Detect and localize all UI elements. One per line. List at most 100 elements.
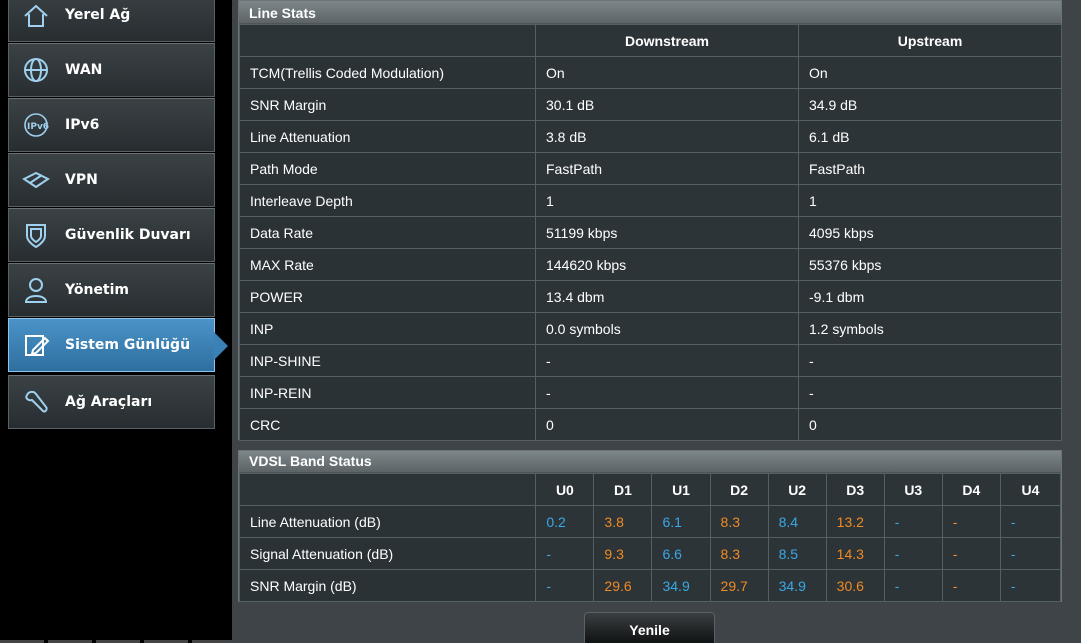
cell-label: Line Attenuation	[239, 120, 536, 153]
sidebar-item-yerel-ag[interactable]: Yerel Ağ	[8, 0, 215, 42]
header-band-u0: U0	[535, 473, 595, 506]
vdsl-band-table: U0 D1 U1 D2 U2 D3 U3 D4 U4 Line Attenuation (dB)…	[238, 473, 1062, 602]
header-band-u1: U1	[651, 473, 711, 506]
header-band-u3: U3	[883, 473, 943, 506]
cell-label: SNR Margin	[239, 88, 536, 121]
sidebar-item-label: IPv6	[65, 117, 100, 133]
table-row: Line Attenuation (dB) 0.2 3.8 6.1 8.3 8.4 13.2…	[238, 505, 1062, 538]
cell-label: Signal Attenuation (dB)	[238, 537, 537, 570]
cell-label: MAX Rate	[239, 248, 536, 281]
cell-down: 0.0 symbols	[535, 312, 799, 345]
table-row: Line Attenuation 3.8 dB 6.1 dB	[239, 120, 1062, 153]
cell-up: 55376 kbps	[798, 248, 1062, 281]
cell-up: 34.9 dB	[798, 88, 1062, 121]
cell-down: On	[535, 56, 799, 89]
cell-band-value: -	[883, 569, 943, 602]
cell-band-value: -	[535, 569, 595, 602]
cell-up: 1.2 symbols	[798, 312, 1062, 345]
table-row: SNR Margin (dB) -29.6 34.9 29.7 34.9 30.6- - -	[238, 569, 1062, 602]
cell-down: 13.4 dbm	[535, 280, 799, 313]
sidebar-item-sistem-gunlugu[interactable]: Sistem Günlüğü	[8, 318, 228, 372]
cell-band-value: 8.4	[767, 505, 827, 538]
cell-label: CRC	[239, 408, 536, 441]
table-row: Signal Attenuation (dB) -9.3 6.6 8.3 8.5 14.3…	[238, 537, 1062, 570]
sidebar-item-label: Yerel Ağ	[65, 7, 131, 23]
vpn-icon	[21, 165, 51, 195]
line-stats-panel: Line Stats Downstream Upstream TCM(Trell…	[238, 0, 1062, 441]
cell-band-value: 13.2	[825, 505, 885, 538]
svg-text:IPv6: IPv6	[27, 122, 49, 132]
cell-band-value: -	[999, 537, 1062, 570]
sidebar-item-ipv6[interactable]: IPv6 IPv6	[8, 98, 215, 152]
header-band-u4: U4	[999, 473, 1062, 506]
wrench-icon	[21, 387, 51, 417]
table-header-row: U0 D1 U1 D2 U2 D3 U3 D4 U4	[238, 473, 1062, 506]
table-row: Data Rate 51199 kbps 4095 kbps	[239, 216, 1062, 249]
cell-band-value: -	[883, 505, 943, 538]
cell-down: 51199 kbps	[535, 216, 799, 249]
refresh-button[interactable]: Yenile	[584, 612, 715, 643]
cell-label: Line Attenuation (dB)	[238, 505, 537, 538]
table-row: INP-SHINE - -	[239, 344, 1062, 377]
table-row: Path Mode FastPath FastPath	[239, 152, 1062, 185]
cell-band-value: 29.6	[593, 569, 653, 602]
cell-band-value: 34.9	[651, 569, 711, 602]
cell-down: 1	[535, 184, 799, 217]
globe-icon	[21, 55, 51, 85]
cell-band-value: -	[941, 569, 1001, 602]
cell-band-value: 6.1	[651, 505, 711, 538]
cell-label: Interleave Depth	[239, 184, 536, 217]
header-downstream: Downstream	[535, 24, 799, 57]
sidebar-item-ag-araclari[interactable]: Ağ Araçları	[8, 375, 215, 429]
cell-label: POWER	[239, 280, 536, 313]
table-row: TCM(Trellis Coded Modulation) On On	[239, 56, 1062, 89]
cell-up: 1	[798, 184, 1062, 217]
main-content: Line Stats Downstream Upstream TCM(Trell…	[232, 0, 1081, 643]
header-upstream: Upstream	[798, 24, 1062, 57]
cell-up: On	[798, 56, 1062, 89]
cell-label: Data Rate	[239, 216, 536, 249]
header-band-d1: D1	[593, 473, 653, 506]
cell-band-value: 29.7	[709, 569, 769, 602]
sidebar-item-label: WAN	[65, 62, 103, 78]
cell-band-value: 8.5	[767, 537, 827, 570]
header-band-d4: D4	[941, 473, 1001, 506]
header-band-d2: D2	[709, 473, 769, 506]
sidebar-item-wan[interactable]: WAN	[8, 43, 215, 97]
cell-band-value: 9.3	[593, 537, 653, 570]
sidebar-item-label: VPN	[65, 172, 98, 188]
user-icon	[21, 275, 51, 305]
sidebar-item-label: Sistem Günlüğü	[65, 337, 191, 353]
table-row: POWER 13.4 dbm -9.1 dbm	[239, 280, 1062, 313]
cell-label: Path Mode	[239, 152, 536, 185]
cell-down: -	[535, 376, 799, 409]
cell-label: INP	[239, 312, 536, 345]
table-row: INP 0.0 symbols 1.2 symbols	[239, 312, 1062, 345]
table-row: INP-REIN - -	[239, 376, 1062, 409]
cell-band-value: 6.6	[651, 537, 711, 570]
sidebar-item-yonetim[interactable]: Yönetim	[8, 263, 215, 317]
vdsl-band-title: VDSL Band Status	[239, 451, 1061, 473]
header-band-u2: U2	[767, 473, 827, 506]
header-empty	[239, 24, 536, 57]
table-header-row: Downstream Upstream	[239, 24, 1062, 57]
cell-down: 0	[535, 408, 799, 441]
cell-label: SNR Margin (dB)	[238, 569, 537, 602]
ipv6-icon: IPv6	[21, 110, 51, 140]
sidebar-item-guvenlik-duvari[interactable]: Güvenlik Duvarı	[8, 208, 215, 262]
sidebar: Yerel Ağ WAN IPv6 IPv6 VPN Güvenlik Duva…	[0, 0, 232, 643]
sidebar-item-label: Ağ Araçları	[65, 394, 153, 410]
sidebar-item-label: Güvenlik Duvarı	[65, 227, 191, 243]
line-stats-title: Line Stats	[239, 1, 1061, 24]
cell-band-value: 0.2	[535, 505, 595, 538]
table-row: SNR Margin 30.1 dB 34.9 dB	[239, 88, 1062, 121]
cell-down: 30.1 dB	[535, 88, 799, 121]
cell-band-value: -	[535, 537, 595, 570]
table-row: Interleave Depth 1 1	[239, 184, 1062, 217]
cell-band-value: 14.3	[825, 537, 885, 570]
cell-up: 0	[798, 408, 1062, 441]
sidebar-item-vpn[interactable]: VPN	[8, 153, 215, 207]
cell-up: -	[798, 376, 1062, 409]
cell-label: INP-REIN	[239, 376, 536, 409]
vdsl-band-panel: VDSL Band Status U0 D1 U1 D2 U2 D3 U3 D4 U4 Line…	[238, 450, 1062, 602]
